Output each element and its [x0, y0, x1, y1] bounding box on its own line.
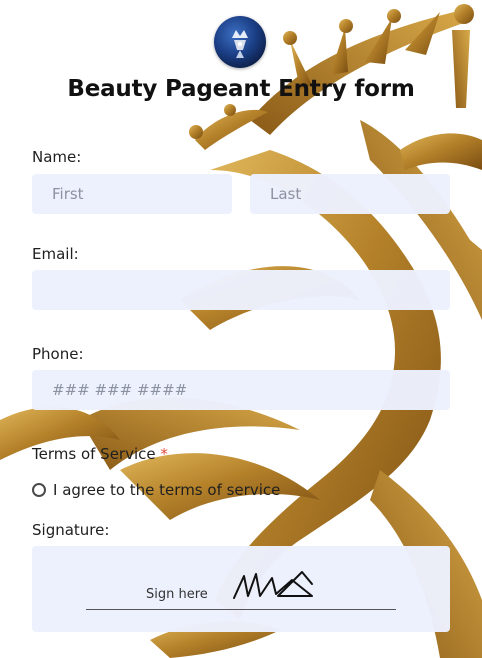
terms-checkbox[interactable]	[32, 483, 46, 497]
sign-here-hint: Sign here	[146, 587, 208, 602]
phone-placeholder: ### ### ####	[52, 381, 188, 399]
terms-label: Terms of Service *	[32, 445, 168, 463]
crown-icon	[232, 30, 248, 58]
signature-scribble-icon	[233, 571, 313, 599]
signature-label: Signature:	[32, 521, 110, 539]
name-label: Name:	[32, 148, 82, 166]
terms-agree-text: I agree to the terms of service	[53, 481, 281, 499]
phone-input[interactable]: ### ### ####	[32, 370, 450, 410]
pageant-entry-form: Beauty Pageant Entry form Name: First La…	[0, 0, 482, 658]
phone-label: Phone:	[32, 345, 84, 363]
pageant-crown-logo	[214, 16, 266, 68]
terms-label-text: Terms of Service	[32, 445, 156, 463]
terms-agree-option[interactable]: I agree to the terms of service	[32, 480, 280, 500]
email-input[interactable]	[32, 270, 450, 310]
signature-baseline	[86, 609, 396, 610]
form-title: Beauty Pageant Entry form	[67, 76, 415, 102]
last-name-input[interactable]: Last	[250, 174, 450, 214]
last-name-placeholder: Last	[270, 185, 302, 203]
first-name-input[interactable]: First	[32, 174, 232, 214]
first-name-placeholder: First	[52, 185, 84, 203]
email-label: Email:	[32, 245, 79, 263]
required-asterisk: *	[160, 445, 168, 463]
signature-pad[interactable]: Sign here	[32, 546, 450, 632]
